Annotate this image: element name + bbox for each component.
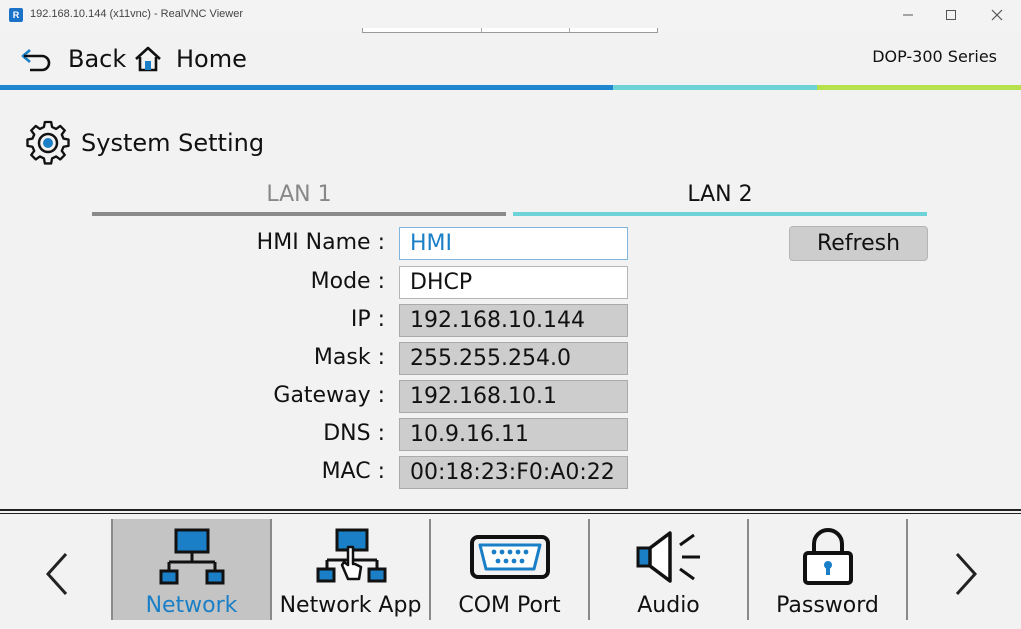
- maximize-icon: [946, 10, 956, 20]
- dns-field: 10.9.16.11: [399, 418, 628, 451]
- minimize-button[interactable]: [896, 4, 920, 26]
- tab-lan2-underline: [513, 212, 927, 216]
- series-label: DOP-300 Series: [872, 47, 997, 66]
- dns-label: DNS :: [323, 421, 385, 446]
- hmi-name-label: HMI Name :: [256, 230, 385, 255]
- scroll-right-button[interactable]: [950, 550, 980, 598]
- password-label: Password: [776, 593, 879, 618]
- tab-lan2[interactable]: LAN 2: [513, 182, 927, 207]
- chevron-left-icon: [45, 552, 68, 596]
- gear-icon: [26, 120, 70, 165]
- bottom-divider: [0, 509, 1021, 511]
- page-title: System Setting: [81, 129, 265, 157]
- network-icon: [159, 528, 224, 585]
- header-bar-green: [817, 85, 1021, 90]
- tab-lan1[interactable]: LAN 1: [92, 182, 506, 207]
- mode-label: Mode :: [310, 269, 385, 294]
- network-label: Network: [145, 593, 238, 618]
- back-label: Back: [68, 45, 127, 73]
- window-title: 192.168.10.144 (x11vnc) - RealVNC Viewer: [30, 8, 243, 20]
- speaker-icon: [636, 531, 700, 583]
- network-app-button[interactable]: Network App: [272, 519, 429, 620]
- home-icon: [135, 46, 161, 72]
- close-icon: [991, 9, 1003, 21]
- com-port-button[interactable]: COM Port: [431, 519, 588, 620]
- home-button[interactable]: Home: [134, 42, 247, 76]
- back-button[interactable]: Back: [20, 42, 126, 76]
- com-port-label: COM Port: [458, 593, 561, 618]
- audio-label: Audio: [637, 593, 700, 618]
- network-app-label: Network App: [279, 593, 422, 618]
- realvnc-app-icon: R: [9, 8, 23, 22]
- home-label: Home: [176, 45, 247, 73]
- tab-lan1-underline: [92, 212, 506, 216]
- header-bar-blue: [0, 85, 613, 90]
- com-port-icon: [469, 535, 550, 579]
- function-divider: [906, 519, 908, 620]
- close-button[interactable]: [985, 4, 1009, 26]
- gateway-field: 192.168.10.1: [399, 380, 628, 413]
- mac-field: 00:18:23:F0:A0:22: [399, 456, 628, 489]
- page-header: System Setting: [25, 120, 264, 166]
- hmi-top-nav: Back Home DOP-300 Series: [0, 32, 1021, 86]
- network-button[interactable]: Network: [113, 519, 270, 620]
- mode-select[interactable]: DHCP: [399, 266, 628, 299]
- hmi-name-input[interactable]: HMI: [399, 227, 628, 260]
- mask-label: Mask :: [313, 345, 385, 370]
- ip-field: 192.168.10.144: [399, 304, 628, 337]
- mask-field: 255.255.254.0: [399, 342, 628, 375]
- header-bar-cyan: [613, 85, 817, 90]
- minimize-icon: [903, 14, 913, 16]
- mac-label: MAC :: [321, 459, 385, 484]
- window-titlebar: R 192.168.10.144 (x11vnc) - RealVNC View…: [0, 0, 1021, 33]
- back-arrow-icon: [21, 49, 51, 72]
- scroll-left-button[interactable]: [43, 550, 73, 598]
- lock-icon: [802, 528, 853, 585]
- refresh-button[interactable]: Refresh: [789, 226, 928, 261]
- audio-button[interactable]: Audio: [590, 519, 747, 620]
- maximize-button[interactable]: [939, 4, 963, 26]
- gateway-label: Gateway :: [273, 383, 385, 408]
- chevron-right-icon: [955, 552, 978, 596]
- ip-label: IP :: [350, 307, 385, 332]
- password-button[interactable]: Password: [749, 519, 906, 620]
- network-app-icon: [316, 528, 386, 583]
